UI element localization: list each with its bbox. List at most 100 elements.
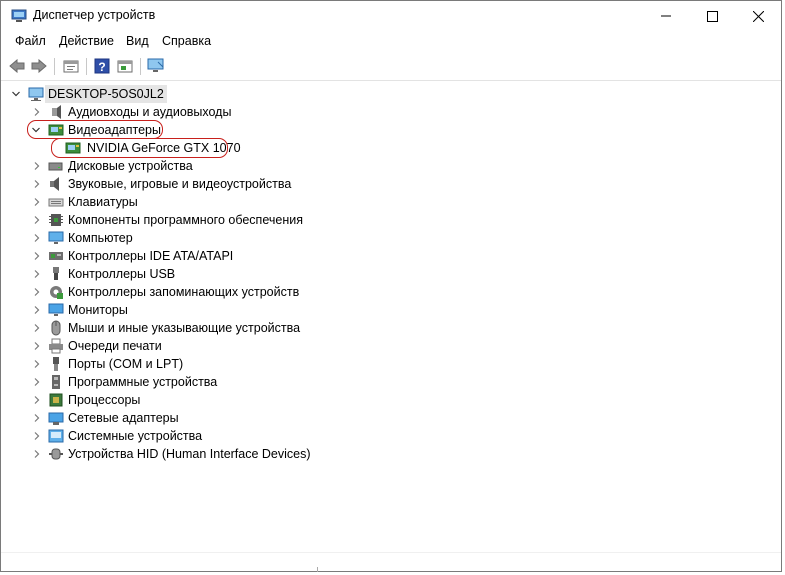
computer-icon <box>28 87 44 101</box>
tree-item-label: Компьютер <box>68 231 133 245</box>
mouse-icon <box>51 320 61 336</box>
tree-item-keyboards[interactable]: Клавиатуры <box>1 193 401 211</box>
device-tree: DESKTOP-5OS0JL2 Аудиовходы и аудиовыходы… <box>1 82 769 552</box>
tree-item-label: Программные устройства <box>68 375 218 389</box>
menu-bar: Файл Действие Вид Справка <box>1 32 781 52</box>
software-device-icon <box>52 375 60 389</box>
monitor-scan-icon <box>147 58 164 72</box>
tree-item-hid[interactable]: Устройства HID (Human Interface Devices) <box>1 445 401 463</box>
menu-file[interactable]: Файл <box>15 34 46 48</box>
update-driver-button[interactable] <box>115 56 135 76</box>
chevron-right-icon[interactable] <box>33 324 41 332</box>
update-driver-icon <box>117 60 133 73</box>
tree-item-audio[interactable]: Аудиовходы и аудиовыходы <box>1 103 401 121</box>
tree-item-network-adapters[interactable]: Сетевые адаптеры <box>1 409 401 427</box>
close-button[interactable] <box>735 1 781 31</box>
port-icon <box>53 357 59 371</box>
forward-button[interactable] <box>29 56 49 76</box>
toolbar-separator <box>140 58 141 75</box>
tree-item-usb[interactable]: Контроллеры USB <box>1 265 401 283</box>
chevron-right-icon[interactable] <box>33 432 41 440</box>
properties-icon <box>63 60 79 73</box>
chevron-right-icon[interactable] <box>33 450 41 458</box>
chevron-right-icon[interactable] <box>33 198 41 206</box>
tree-item-sound[interactable]: Звуковые, игровые и видеоустройства <box>1 175 401 193</box>
chevron-right-icon[interactable] <box>33 270 41 278</box>
toolbar: ? <box>1 55 781 79</box>
tree-item-label: Процессоры <box>68 393 141 407</box>
usb-icon <box>53 267 59 280</box>
maximize-button[interactable] <box>689 1 735 31</box>
tree-item-label: Мыши и иные указывающие устройства <box>68 321 301 335</box>
tree-item-monitors[interactable]: Мониторы <box>1 301 401 319</box>
ide-controller-icon <box>49 252 63 260</box>
menu-view[interactable]: Вид <box>126 34 149 48</box>
chevron-right-icon[interactable] <box>33 162 41 170</box>
tree-item-label: Мониторы <box>68 303 128 317</box>
chevron-right-icon[interactable] <box>33 108 41 116</box>
system-device-icon <box>48 429 64 443</box>
toolbar-separator <box>54 58 55 75</box>
tree-item-processors[interactable]: Процессоры <box>1 391 401 409</box>
chevron-right-icon[interactable] <box>33 360 41 368</box>
chevron-right-icon[interactable] <box>33 414 41 422</box>
vertical-scrollbar[interactable] <box>769 82 781 552</box>
chevron-right-icon[interactable] <box>33 396 41 404</box>
tree-item-computer[interactable]: Компьютер <box>1 229 401 247</box>
maximize-icon <box>706 10 718 22</box>
back-button[interactable] <box>7 56 27 76</box>
menu-help[interactable]: Справка <box>162 34 211 48</box>
disk-icon <box>48 162 63 171</box>
highlight-oval <box>27 120 163 139</box>
device-manager-window: Диспетчер устройств Файл Действие Вид Сп… <box>0 0 782 572</box>
window-title: Диспетчер устройств <box>33 8 156 22</box>
tree-item-label: Компоненты программного обеспечения <box>68 213 303 227</box>
chevron-right-icon[interactable] <box>33 288 41 296</box>
tree-item-print-queues[interactable]: Очереди печати <box>1 337 401 355</box>
chevron-right-icon[interactable] <box>33 234 41 242</box>
printer-icon <box>49 338 63 354</box>
menu-action[interactable]: Действие <box>59 34 114 48</box>
tree-item-ports[interactable]: Порты (COM и LPT) <box>1 355 401 373</box>
minimize-icon <box>661 15 671 17</box>
minimize-button[interactable] <box>643 1 689 31</box>
tree-item-mice[interactable]: Мыши и иные указывающие устройства <box>1 319 401 337</box>
status-bar-divider <box>317 567 318 572</box>
chevron-right-icon[interactable] <box>33 378 41 386</box>
scan-hardware-button[interactable] <box>146 56 166 76</box>
chevron-right-icon[interactable] <box>33 216 41 224</box>
tree-root[interactable]: DESKTOP-5OS0JL2 <box>1 85 301 103</box>
chevron-right-icon[interactable] <box>33 252 41 260</box>
tree-item-label: Сетевые адаптеры <box>68 411 179 425</box>
forward-arrow-icon <box>31 59 47 73</box>
title-bar[interactable]: Диспетчер устройств <box>1 1 781 31</box>
audio-icon <box>52 105 61 119</box>
tree-item-software-components[interactable]: Компоненты программного обеспечения <box>1 211 401 229</box>
tree-item-label: Порты (COM и LPT) <box>68 357 184 371</box>
tree-item-system-devices[interactable]: Системные устройства <box>1 427 401 445</box>
chevron-right-icon[interactable] <box>33 306 41 314</box>
tree-item-label: Очереди печати <box>68 339 162 353</box>
chevron-down-icon[interactable] <box>12 90 20 98</box>
chevron-right-icon[interactable] <box>33 342 41 350</box>
tree-item-label: Дисковые устройства <box>68 159 193 173</box>
chevron-right-icon[interactable] <box>33 180 41 188</box>
help-icon: ? <box>94 58 110 74</box>
close-icon <box>752 10 764 22</box>
software-component-icon <box>49 214 63 226</box>
tree-item-storage-controllers[interactable]: Контроллеры запоминающих устройств <box>1 283 401 301</box>
storage-controller-icon <box>50 286 63 299</box>
processor-icon <box>49 393 63 407</box>
tree-item-disks[interactable]: Дисковые устройства <box>1 157 401 175</box>
properties-button[interactable] <box>61 56 81 76</box>
status-bar <box>1 567 781 571</box>
toolbar-divider <box>1 80 781 81</box>
horizontal-scrollbar[interactable] <box>1 552 781 567</box>
tree-item-software-devices[interactable]: Программные устройства <box>1 373 401 391</box>
tree-item-label: Аудиовходы и аудиовыходы <box>68 105 232 119</box>
help-button[interactable]: ? <box>92 56 112 76</box>
monitor-icon <box>48 303 64 316</box>
tree-item-ide[interactable]: Контроллеры IDE ATA/ATAPI <box>1 247 401 265</box>
tree-item-label: Системные устройства <box>68 429 203 443</box>
tree-root-label: DESKTOP-5OS0JL2 <box>45 85 167 103</box>
